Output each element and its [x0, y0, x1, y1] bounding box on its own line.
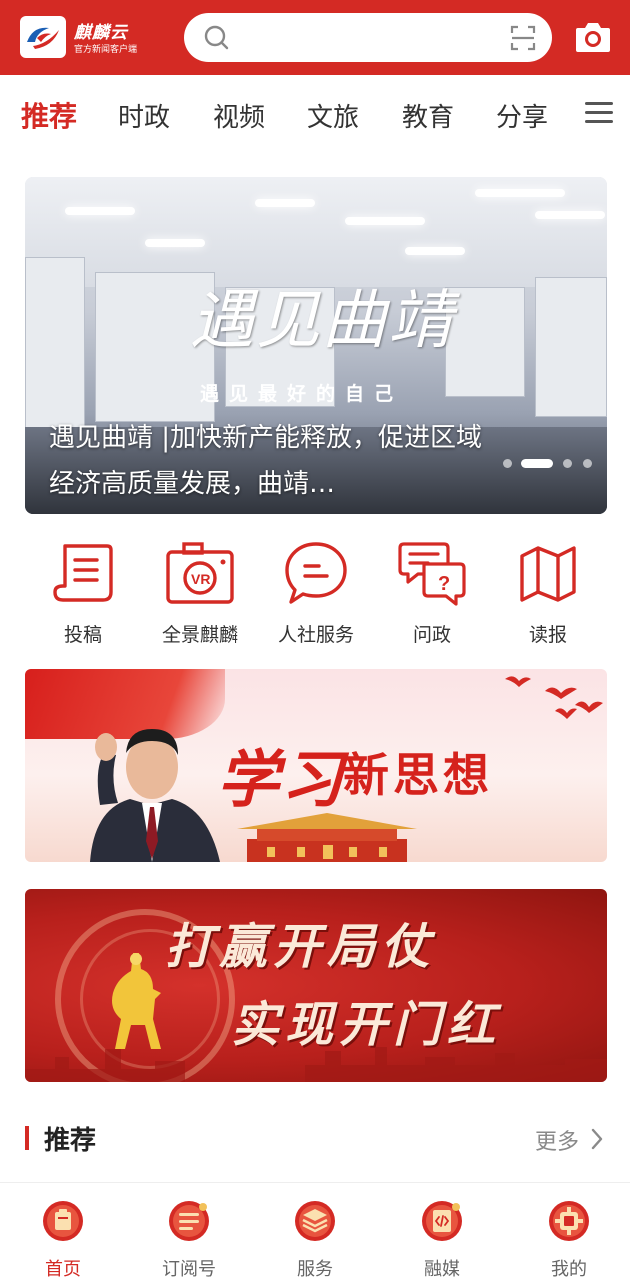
scan-icon[interactable] [510, 25, 536, 51]
svg-text:VR: VR [191, 571, 210, 587]
section-accent-bar [25, 1126, 29, 1150]
map-icon [520, 546, 576, 602]
hero-caption[interactable]: 遇见曲靖 |加快新产能释放，促进区域经济高质量发展，曲靖… [49, 415, 489, 507]
bottom-navigation: 首页 订阅号 服务 融媒 我的 [0, 1182, 630, 1280]
camera-icon[interactable] [574, 20, 612, 54]
brand-subtitle: 官方新闻客户端 [74, 45, 138, 55]
nav-label: 订阅号 [162, 1259, 216, 1280]
section-more-link[interactable]: 更多 [535, 1124, 579, 1156]
nav-item-subscribe[interactable]: 订阅号 [144, 1199, 234, 1280]
nav-item-media[interactable]: 融媒 [397, 1199, 487, 1280]
menu-icon[interactable] [584, 100, 614, 126]
tab-share[interactable]: 分享 [496, 97, 548, 134]
banner-thought-text: 新思想 [343, 748, 493, 802]
tab-politics[interactable]: 时政 [118, 97, 170, 134]
nav-label: 融媒 [424, 1259, 460, 1280]
top-header: 麒麟云 官方新闻客户端 [0, 0, 630, 75]
nav-label: 首页 [45, 1259, 81, 1280]
chat-bubble-icon [285, 542, 347, 604]
section-title: 推荐 [44, 1126, 97, 1156]
search-icon [204, 25, 229, 50]
study-thought-banner[interactable]: 学习 新思想 [25, 669, 607, 862]
tab-video[interactable]: 视频 [213, 97, 265, 134]
tiananmen-graphic [237, 813, 417, 862]
chevron-right-icon[interactable] [590, 1128, 604, 1150]
question-chat-icon: ? [398, 542, 466, 606]
quick-entry-vr[interactable]: VR 全景麒麟 [145, 540, 255, 647]
logo-icon [27, 27, 59, 49]
banner-line-1: 打赢开局仗 [165, 919, 436, 975]
search-input[interactable] [240, 21, 490, 54]
profile-icon [549, 1201, 589, 1241]
channel-tabs: 推荐 时政 视频 文旅 教育 分享 [0, 75, 630, 155]
carousel-dot [583, 459, 592, 468]
nav-item-home[interactable]: 首页 [18, 1199, 108, 1280]
media-icon [422, 1201, 462, 1241]
nav-item-service[interactable]: 服务 [270, 1199, 360, 1280]
service-icon [295, 1201, 335, 1241]
tab-recommend[interactable]: 推荐 [21, 95, 77, 135]
carousel-dot [563, 459, 572, 468]
nav-label: 我的 [551, 1259, 587, 1280]
vr-camera-icon: VR [166, 542, 234, 604]
winning-start-banner[interactable]: 打赢开局仗 实现开门红 [25, 889, 607, 1082]
subscribe-icon [169, 1201, 209, 1241]
hero-carousel[interactable]: 遇见曲靖 遇见最好的自己 遇见曲靖 |加快新产能释放，促进区域经济高质量发展，曲… [25, 177, 607, 514]
app-logo [20, 16, 66, 58]
nav-item-profile[interactable]: 我的 [524, 1199, 614, 1280]
carousel-dot-active [521, 459, 553, 468]
quick-entry-label: 投稿 [63, 624, 102, 646]
leader-photo [90, 729, 220, 862]
nav-label: 服务 [297, 1259, 333, 1280]
doves-graphic [505, 676, 603, 719]
banner-study-text: 学习 [217, 743, 346, 816]
quick-entry-inquiry[interactable]: ? 问政 [377, 540, 487, 647]
document-icon [53, 544, 113, 602]
quick-entry-label: 问政 [412, 624, 451, 646]
city-skyline-graphic [25, 1047, 607, 1082]
tab-education[interactable]: 教育 [402, 97, 454, 134]
brand-name: 麒麟云 [74, 23, 128, 43]
hero-tagline: 遇见最好的自己 [200, 383, 404, 405]
quick-entry-social-service[interactable]: 人社服务 [261, 540, 371, 647]
home-icon [43, 1201, 83, 1241]
quick-entry-submit[interactable]: 投稿 [28, 540, 138, 647]
quick-entries: 投稿 VR 全景麒麟 人社服务 ? 问政 读报 [0, 540, 630, 650]
tab-culture-travel[interactable]: 文旅 [307, 97, 359, 134]
quick-entry-newspaper[interactable]: 读报 [493, 540, 603, 647]
quick-entry-label: 人社服务 [277, 624, 354, 646]
carousel-dot [503, 459, 512, 468]
quick-entry-label: 读报 [528, 624, 567, 646]
hero-calligraphy: 遇见曲靖 [190, 284, 454, 358]
quick-entry-label: 全景麒麟 [161, 624, 238, 646]
search-bar[interactable] [184, 13, 552, 62]
svg-text:?: ? [438, 573, 450, 595]
